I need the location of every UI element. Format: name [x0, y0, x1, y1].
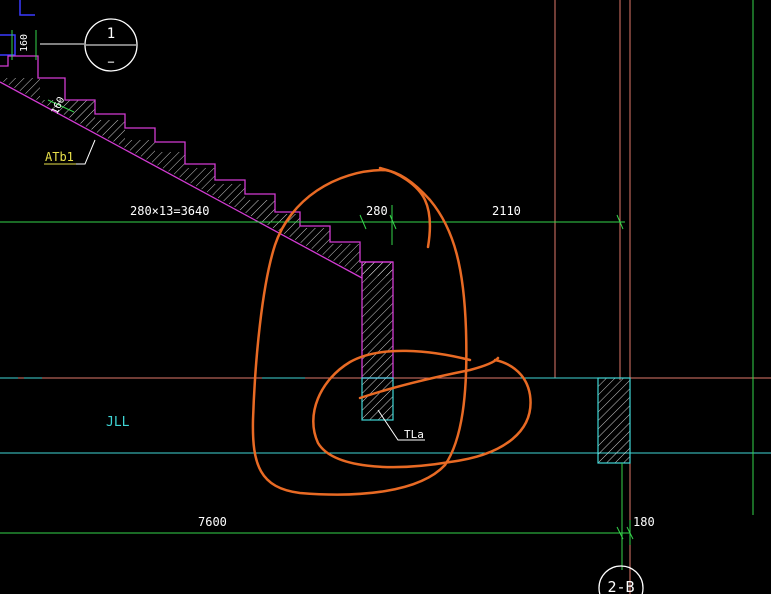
dim-bottom-right: 180 — [633, 515, 655, 529]
axis-bubble-bottom-label: 2-B — [607, 578, 634, 594]
dim-bottom-span: 7600 — [198, 515, 227, 529]
tla-beam-section — [361, 377, 394, 421]
markup-small-ellipse — [312, 349, 532, 469]
axis-bubble-top-number: 1 — [107, 26, 115, 42]
dim-right-span: 2110 — [492, 204, 521, 218]
cad-drawing: 1 − 2-B 160 160 280×13=3640 280 2110 760… — [0, 0, 771, 594]
stair-post — [361, 261, 394, 379]
label-jll: JLL — [106, 415, 130, 430]
label-tla: TLa — [404, 428, 424, 441]
column-section — [597, 377, 631, 464]
label-atb1: ATb1 — [45, 150, 74, 164]
axis-bubble-top-sub: − — [107, 55, 114, 69]
dim-landing-step: 280 — [366, 204, 388, 218]
dim-flight-length: 280×13=3640 — [130, 204, 209, 218]
axis-bubble-bottom: 2-B — [598, 565, 644, 594]
dim-top-thickness: 160 — [19, 34, 30, 52]
axis-bubble-top: 1 − — [84, 18, 138, 72]
